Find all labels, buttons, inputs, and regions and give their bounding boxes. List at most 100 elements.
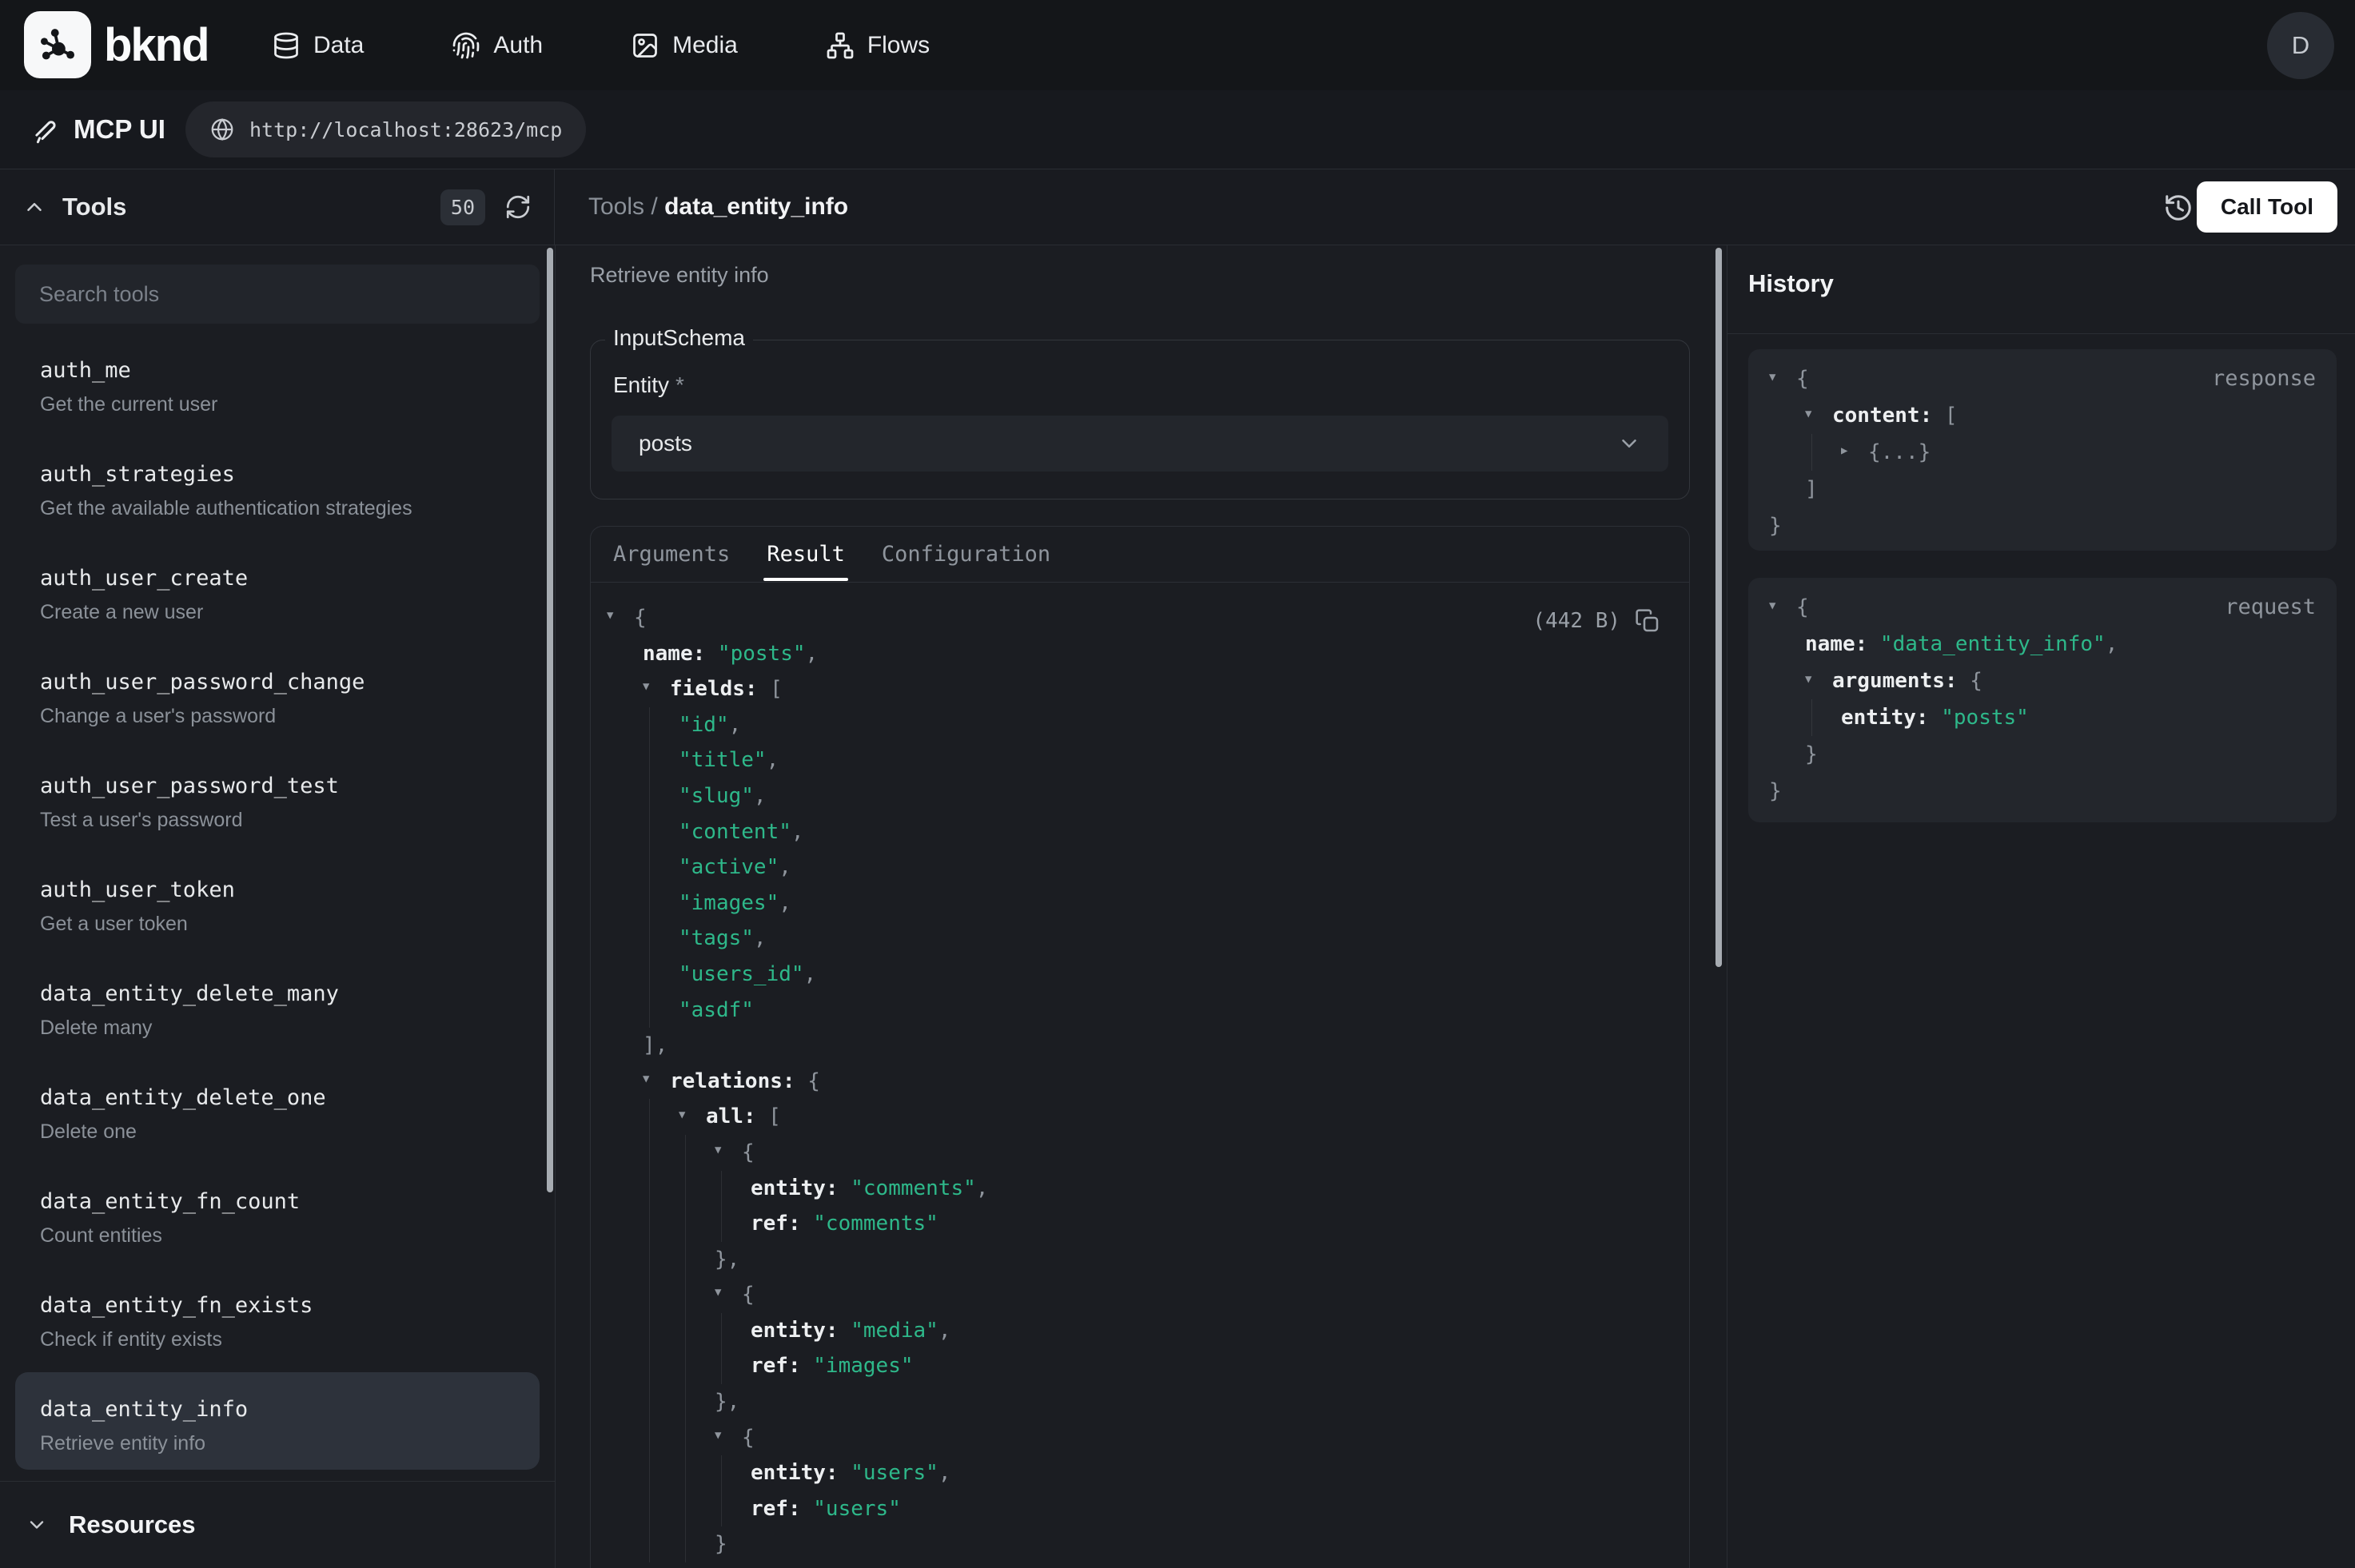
- json-row[interactable]: ▶{...}: [1748, 434, 2337, 471]
- tab-bar: Arguments Result Configuration: [591, 527, 1689, 583]
- expand-triangle-icon[interactable]: ▶: [1841, 432, 1868, 469]
- indent-guide: [649, 1420, 650, 1456]
- indent-guide: [685, 1526, 686, 1562]
- nav-item-label: Flows: [867, 32, 930, 59]
- tool-name: data_entity_delete_one: [40, 1084, 531, 1112]
- tool-desc: Get the available authentication strateg…: [40, 495, 531, 521]
- collapse-triangle-icon[interactable]: ▼: [1769, 359, 1796, 396]
- collapse-triangle-icon[interactable]: ▼: [715, 1275, 742, 1311]
- json-row[interactable]: ▼{: [591, 1277, 1689, 1313]
- json-row[interactable]: ▼{: [591, 600, 1689, 636]
- tool-item-auth_user_create[interactable]: auth_user_createCreate a new user: [0, 554, 555, 658]
- json-punct: ,: [2106, 632, 2118, 656]
- collapse-triangle-icon[interactable]: ▼: [1805, 396, 1832, 432]
- indent-guide: [685, 1171, 686, 1207]
- sidebar-scrollbar[interactable]: [547, 248, 553, 1192]
- indent-guide: [649, 1242, 650, 1278]
- json-row: entity: "posts": [1748, 699, 2337, 736]
- indent-guide: [721, 1348, 722, 1384]
- tool-item-auth_user_password_test[interactable]: auth_user_password_testTest a user's pas…: [0, 762, 555, 866]
- tool-desc: Delete one: [40, 1119, 531, 1144]
- tool-desc: Delete many: [40, 1015, 531, 1041]
- nav-item-label: Auth: [493, 32, 543, 59]
- search-input[interactable]: [15, 282, 540, 307]
- json-punct: {: [1796, 367, 1809, 391]
- json-key: entity:: [751, 1461, 851, 1485]
- tab-configuration[interactable]: Configuration: [882, 528, 1050, 581]
- json-row[interactable]: ▼{: [1748, 589, 2337, 626]
- json-punct: ,: [938, 1461, 951, 1485]
- mcp-url-pill[interactable]: http://localhost:28623/mcp: [185, 101, 586, 157]
- collapse-triangle-icon[interactable]: ▼: [1769, 587, 1796, 624]
- tool-name: data_entity_fn_exists: [40, 1292, 531, 1319]
- collapse-triangle-icon[interactable]: ▼: [643, 1061, 670, 1097]
- resources-section-header[interactable]: Resources: [0, 1482, 555, 1568]
- json-row[interactable]: ▼relations: {: [591, 1064, 1689, 1100]
- json-string: "media": [851, 1319, 938, 1343]
- history-entry-request[interactable]: request ▼{name: "data_entity_info",▼argu…: [1748, 578, 2337, 822]
- tool-item-auth_strategies[interactable]: auth_strategiesGet the available authent…: [0, 450, 555, 554]
- app-window: bknd DataAuthMediaFlows D MCP UI http://…: [0, 0, 2355, 1568]
- json-row[interactable]: ▼{: [591, 1135, 1689, 1171]
- nav-item-flows[interactable]: Flows: [826, 31, 930, 60]
- nav-item-label: Media: [672, 32, 738, 59]
- json-punct: },: [715, 1248, 739, 1272]
- tool-item-data_entity_delete_many[interactable]: data_entity_delete_manyDelete many: [0, 969, 555, 1073]
- json-key: all:: [706, 1104, 768, 1128]
- json-row[interactable]: ▼{: [1748, 360, 2337, 397]
- tool-item-auth_user_password_change[interactable]: auth_user_password_changeChange a user's…: [0, 658, 555, 762]
- indent-guide: [649, 707, 650, 743]
- indent-guide: [1811, 434, 1812, 471]
- tool-item-data_entity_delete_one[interactable]: data_entity_delete_one Delete one: [0, 1073, 555, 1177]
- json-row: ref: "comments": [591, 1206, 1689, 1242]
- refresh-tools-button[interactable]: [504, 193, 532, 221]
- collapse-triangle-icon[interactable]: ▼: [715, 1132, 742, 1168]
- json-row[interactable]: ▼arguments: {: [1748, 663, 2337, 699]
- json-string: "users": [813, 1497, 901, 1521]
- json-row[interactable]: ▼fields: [: [591, 671, 1689, 707]
- indent-guide: [649, 1206, 650, 1242]
- collapse-triangle-icon[interactable]: ▼: [607, 598, 634, 634]
- nav-item-auth[interactable]: Auth: [452, 31, 543, 60]
- call-tool-button[interactable]: Call Tool: [2197, 181, 2337, 233]
- json-punct: ,: [729, 713, 742, 737]
- tools-count-badge: 50: [440, 189, 485, 225]
- json-row: name: "posts",: [591, 636, 1689, 672]
- tool-item-data_entity_fn_count[interactable]: data_entity_fn_countCount entities: [0, 1177, 555, 1281]
- breadcrumb-tool-name: data_entity_info: [664, 193, 848, 220]
- tool-item-auth_me[interactable]: auth_meGet the current user: [0, 346, 555, 450]
- content-scrollbar[interactable]: [1715, 248, 1722, 967]
- collapse-triangle-icon[interactable]: ▼: [679, 1097, 706, 1133]
- collapse-triangle-icon[interactable]: ▼: [643, 669, 670, 705]
- json-row[interactable]: ▼content: [: [1748, 397, 2337, 434]
- tool-item-auth_user_token[interactable]: auth_user_tokenGet a user token: [0, 866, 555, 969]
- user-avatar[interactable]: D: [2267, 12, 2334, 79]
- tab-arguments[interactable]: Arguments: [613, 528, 730, 581]
- json-row[interactable]: ▼{: [591, 1420, 1689, 1456]
- collapse-triangle-icon[interactable]: ▼: [1805, 661, 1832, 698]
- tool-item-data_entity_fn_exists[interactable]: data_entity_fn_existsCheck if entity exi…: [0, 1281, 555, 1385]
- indent-guide: [685, 1277, 686, 1313]
- history-entry-response[interactable]: response ▼{▼content: [▶{...}]}: [1748, 349, 2337, 551]
- nav-item-data[interactable]: Data: [272, 31, 364, 60]
- json-string: "images": [813, 1354, 913, 1378]
- breadcrumb-root[interactable]: Tools /: [588, 193, 658, 220]
- tool-item-data_entity_info[interactable]: data_entity_infoRetrieve entity info: [0, 1385, 555, 1489]
- collapse-triangle-icon[interactable]: ▼: [715, 1418, 742, 1454]
- brand-logo[interactable]: bknd: [24, 11, 209, 78]
- tools-sidebar: auth_meGet the current userauth_strategi…: [0, 245, 556, 1568]
- tab-result[interactable]: Result: [767, 528, 845, 581]
- breadcrumb: Tools / data_entity_info: [588, 193, 848, 221]
- history-icon[interactable]: [2163, 193, 2194, 223]
- tool-desc: Get the current user: [40, 392, 531, 417]
- history-panel: History response ▼{▼content: [▶{...}]} r…: [1727, 245, 2355, 1568]
- chevron-up-icon[interactable]: [22, 195, 46, 219]
- indent-guide: [721, 1455, 722, 1491]
- indent-guide: [685, 1206, 686, 1242]
- indent-guide: [685, 1135, 686, 1171]
- json-row[interactable]: ▼all: [: [591, 1099, 1689, 1135]
- entity-select[interactable]: posts: [612, 416, 1668, 472]
- json-row: ref: "images": [591, 1348, 1689, 1384]
- tool-name: auth_user_password_test: [40, 773, 531, 800]
- nav-item-media[interactable]: Media: [631, 31, 738, 60]
